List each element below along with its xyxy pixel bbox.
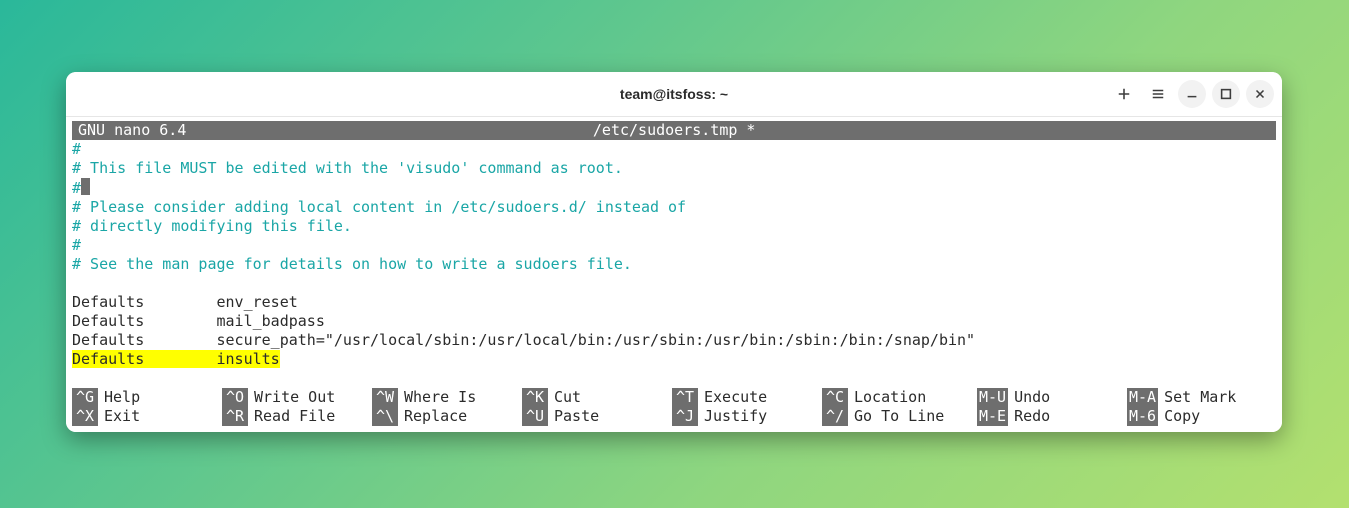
highlighted-line: Defaults insults (72, 350, 280, 368)
terminal-window: team@itsfoss: ~ GNU nano 6.4/et (66, 72, 1282, 432)
desktop: team@itsfoss: ~ GNU nano 6.4/et (0, 0, 1349, 508)
nano-shortcuts: ^GHelp^OWrite Out^WWhere Is^KCut^TExecut… (72, 388, 1276, 426)
comment-line: # (72, 179, 81, 197)
hamburger-menu-icon[interactable] (1144, 80, 1172, 108)
shortcut-read-file: ^RRead File (222, 407, 372, 426)
shortcut-go-to-line: ^/Go To Line (822, 407, 977, 426)
titlebar: team@itsfoss: ~ (66, 72, 1282, 117)
shortcut-exit: ^XExit (72, 407, 222, 426)
minimize-button[interactable] (1178, 80, 1206, 108)
titlebar-controls (1110, 72, 1274, 116)
shortcut-help: ^GHelp (72, 388, 222, 407)
comment-line: # This file MUST be edited with the 'vis… (72, 159, 623, 177)
shortcut-copy: M-6Copy (1127, 407, 1277, 426)
shortcut-redo: M-ERedo (977, 407, 1127, 426)
shortcut-justify: ^JJustify (672, 407, 822, 426)
shortcut-execute: ^TExecute (672, 388, 822, 407)
comment-line: # (72, 140, 81, 158)
nano-file-name: /etc/sudoers.tmp * (192, 121, 1156, 140)
terminal-body[interactable]: GNU nano 6.4/etc/sudoers.tmp *# # This f… (66, 117, 1282, 432)
shortcut-paste: ^UPaste (522, 407, 672, 426)
config-line: Defaults mail_badpass (72, 312, 325, 330)
comment-line: # Please consider adding local content i… (72, 198, 686, 216)
shortcut-write-out: ^OWrite Out (222, 388, 372, 407)
shortcut-set-mark: M-ASet Mark (1127, 388, 1277, 407)
comment-line: # See the man page for details on how to… (72, 255, 632, 273)
comment-line: # (72, 236, 81, 254)
nano-statusbar: GNU nano 6.4/etc/sudoers.tmp * (72, 121, 1276, 140)
shortcut-where-is: ^WWhere Is (372, 388, 522, 407)
shortcut-location: ^CLocation (822, 388, 977, 407)
comment-line: # directly modifying this file. (72, 217, 352, 235)
close-button[interactable] (1246, 80, 1274, 108)
new-tab-icon[interactable] (1110, 80, 1138, 108)
shortcut-undo: M-UUndo (977, 388, 1127, 407)
text-cursor (81, 178, 90, 195)
nano-app-name: GNU nano 6.4 (72, 121, 192, 140)
window-title: team@itsfoss: ~ (620, 86, 728, 102)
shortcut-replace: ^\Replace (372, 407, 522, 426)
maximize-button[interactable] (1212, 80, 1240, 108)
config-line: Defaults secure_path="/usr/local/sbin:/u… (72, 331, 975, 349)
config-line: Defaults env_reset (72, 293, 298, 311)
shortcut-cut: ^KCut (522, 388, 672, 407)
